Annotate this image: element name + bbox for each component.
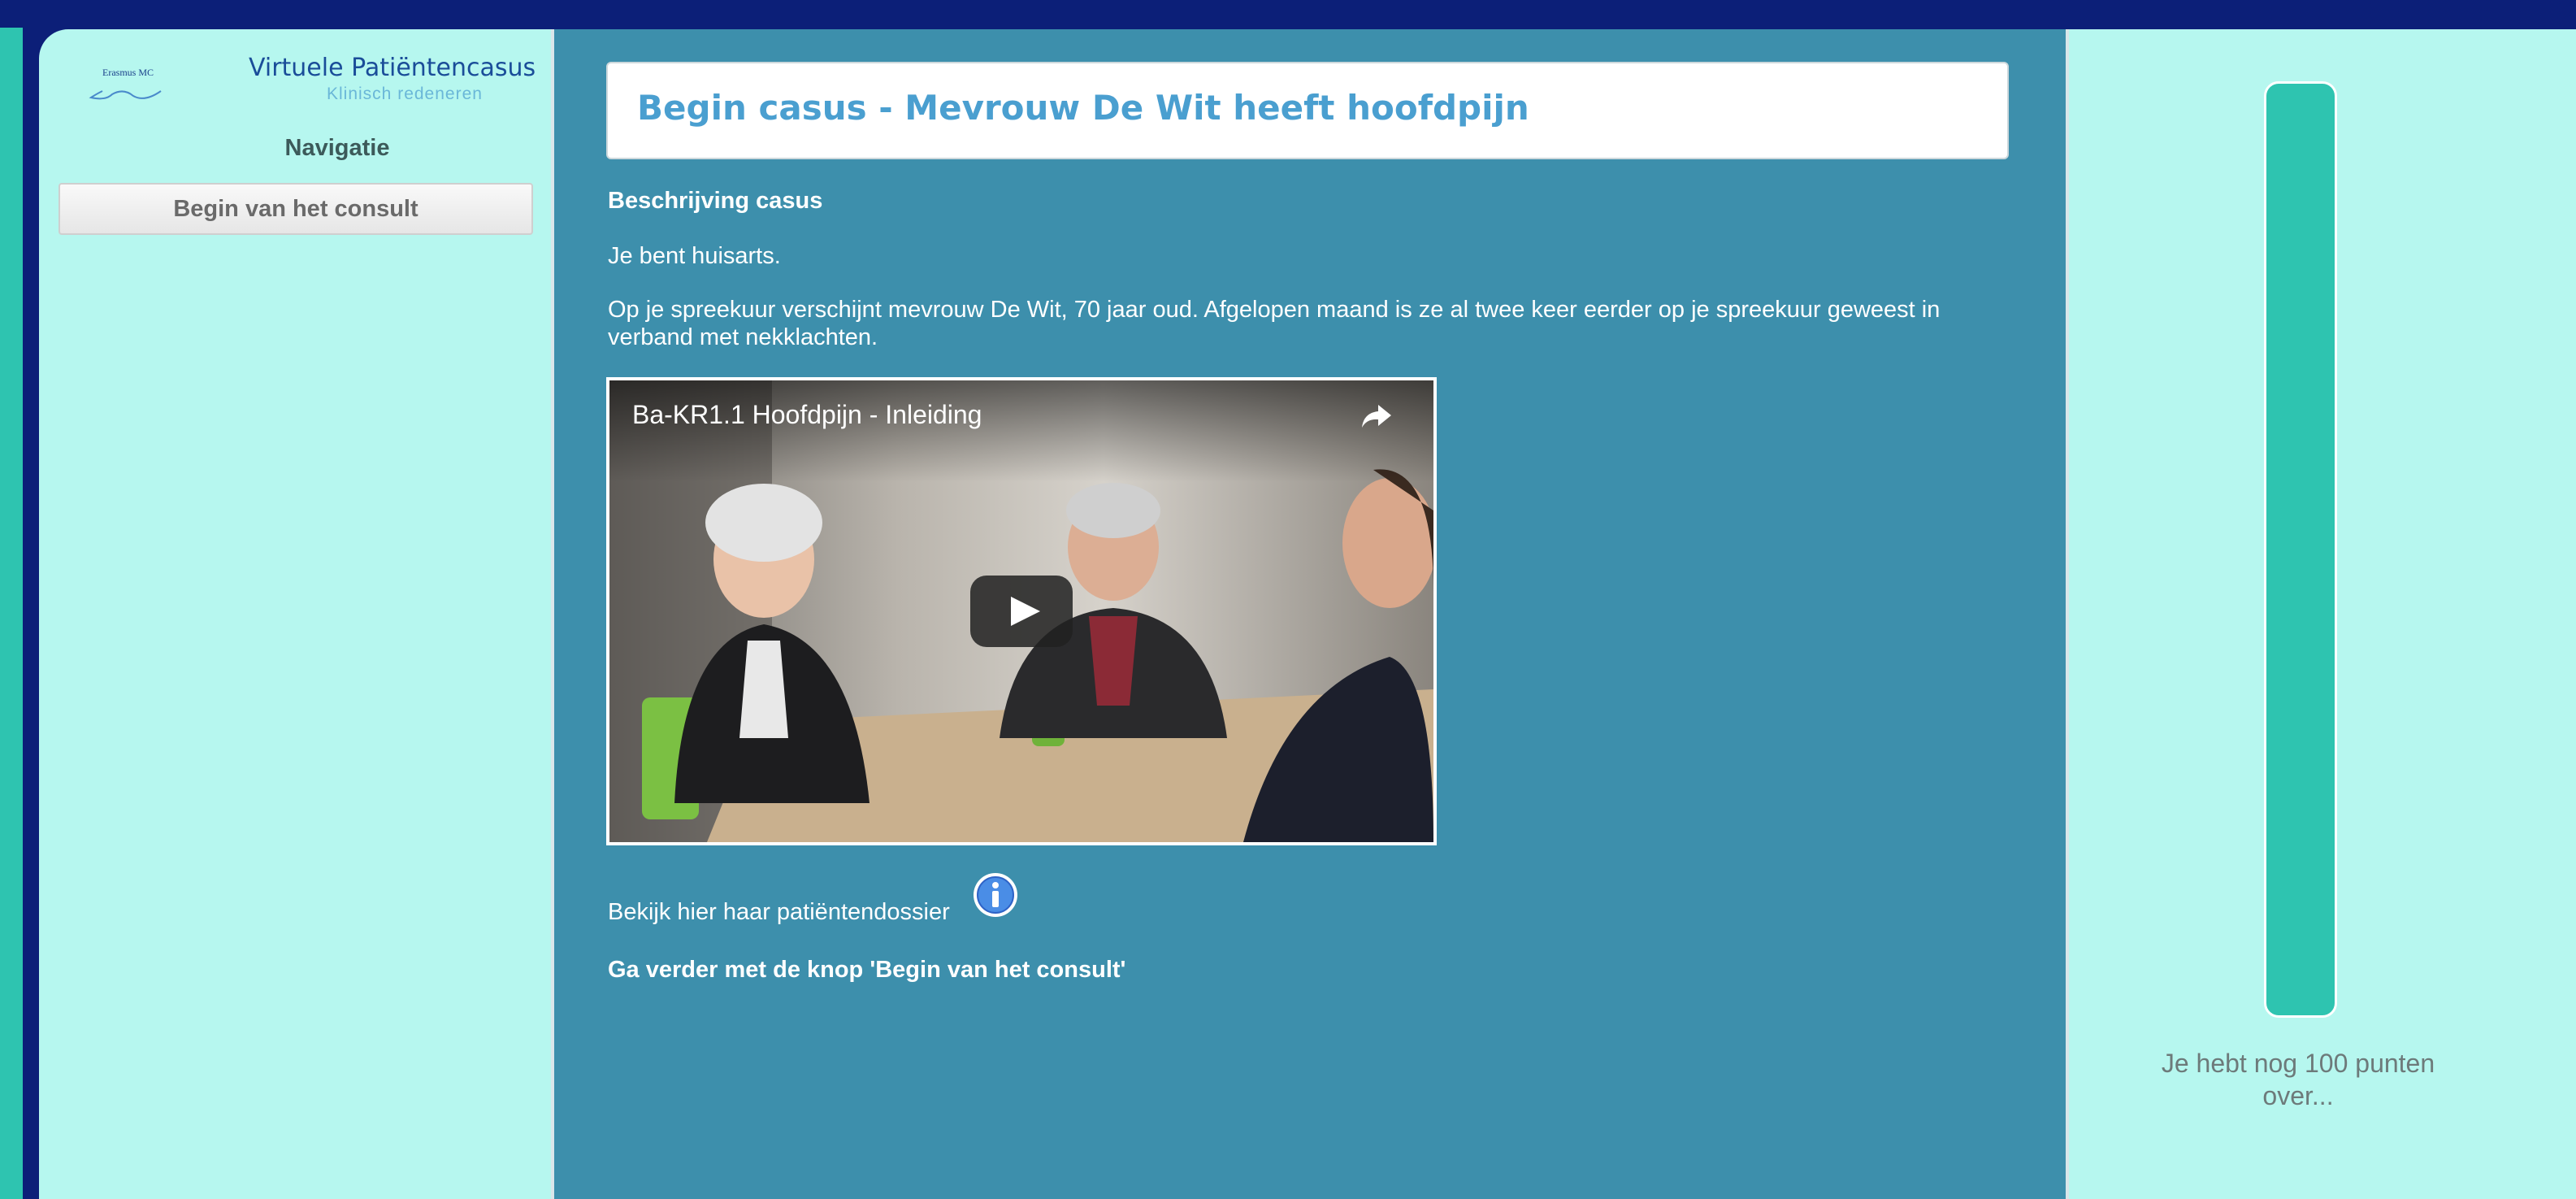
play-icon[interactable] [970,576,1073,647]
dossier-text: Bekijk hier haar patiëntendossier [608,899,950,925]
video-title: Ba-KR1.1 Hoofdpijn - Inleiding [632,400,982,429]
paragraph-case: Op je spreekuur verschijnt mevrouw De Wi… [608,297,1941,350]
app-frame: Erasmus MC Virtuele Patiëntencasus Klini… [39,29,2576,1199]
info-icon[interactable] [972,871,1019,919]
case-title: Begin casus - Mevrouw De Wit heeft hoofd… [637,88,1529,128]
logo: Erasmus MC Virtuele Patiëntencasus Klini… [88,50,543,115]
description-heading: Beschrijving casus [608,188,823,214]
continue-instruction: Ga verder met de knop 'Begin van het con… [608,957,1126,983]
video-player[interactable]: Ba-KR1.1 Hoofdpijn - Inleiding [606,377,1437,845]
app-title: Virtuele Patiëntencasus [249,54,536,82]
main-content: Begin casus - Mevrouw De Wit heeft hoofd… [551,29,2069,1199]
case-title-box: Begin casus - Mevrouw De Wit heeft hoofd… [606,62,2009,159]
begin-consult-button[interactable]: Begin van het consult [59,183,533,235]
score-text: Je hebt nog 100 punten over... [2161,1049,2435,1110]
app-subtitle: Klinisch redeneren [327,85,483,103]
navigation-heading: Navigatie [284,135,390,161]
erasmus-logo-text: Erasmus MC [102,67,154,78]
score-bar [2264,81,2337,1018]
share-icon[interactable] [1360,402,1393,431]
window-edge [0,28,23,1199]
paragraph-role: Je bent huisarts. [608,243,781,269]
erasmus-logo: Erasmus MC [88,57,185,106]
